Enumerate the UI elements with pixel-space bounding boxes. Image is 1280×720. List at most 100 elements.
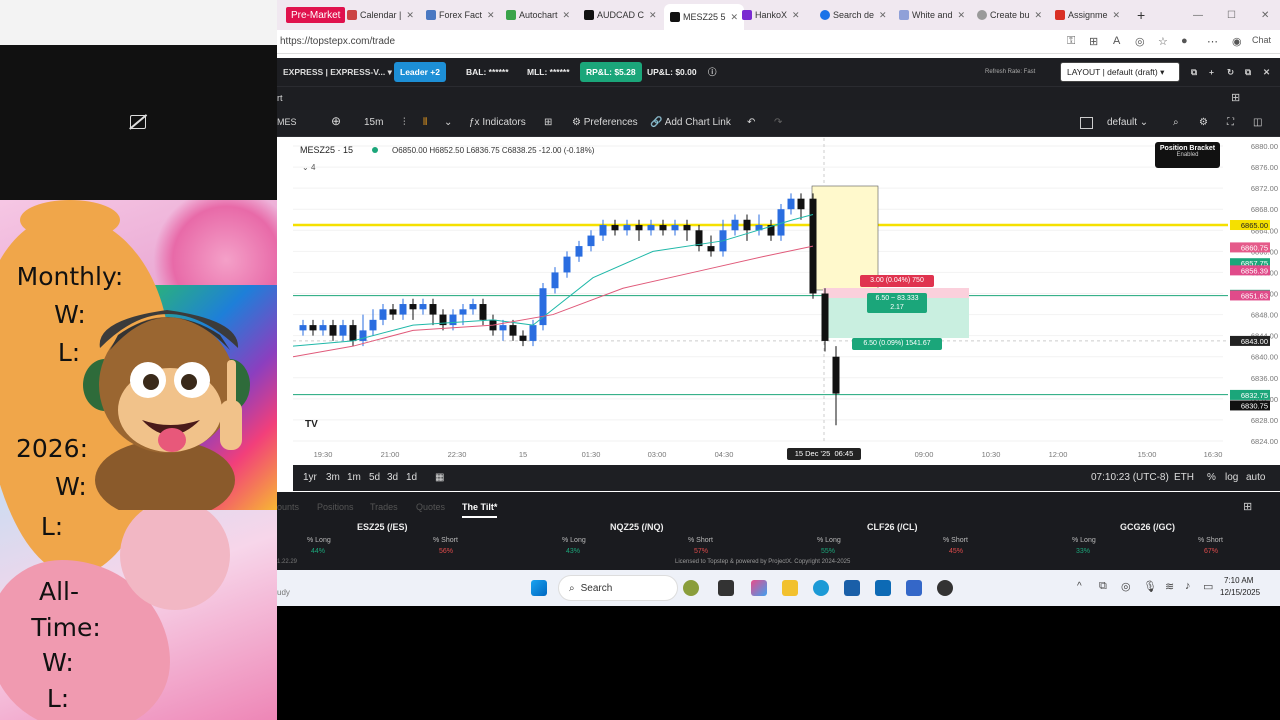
bar-style-icon[interactable]: ⫶ bbox=[403, 117, 406, 128]
close-icon[interactable]: ✕ bbox=[958, 10, 966, 21]
close-icon[interactable]: ✕ bbox=[1035, 10, 1043, 21]
layout-name-select[interactable]: default ⌄ bbox=[1107, 117, 1148, 128]
take-profit-label[interactable]: 6.50 (0.09%) 1541.67 bbox=[852, 338, 942, 350]
chevron-down-icon[interactable]: ⌄ bbox=[444, 117, 452, 128]
search-icon[interactable]: ⌕ bbox=[1173, 117, 1179, 128]
clock-display[interactable]: 07:10:23 (UTC-8) bbox=[1091, 472, 1169, 483]
percent-scale-toggle[interactable]: % bbox=[1207, 472, 1216, 483]
taskbar-date[interactable]: 12/15/2025 bbox=[1220, 588, 1260, 597]
tab-autochart[interactable]: Autochart ✕ bbox=[506, 6, 581, 24]
volume-icon[interactable]: ♪ bbox=[1185, 580, 1191, 592]
tab-the-tilt[interactable]: The Tilt* bbox=[462, 502, 498, 518]
close-icon[interactable]: ✕ bbox=[649, 10, 657, 21]
close-icon[interactable]: ✕ bbox=[1113, 10, 1121, 21]
maximize-button[interactable]: ☐ bbox=[1227, 6, 1236, 24]
position-bracket-badge[interactable]: Position Bracket Enabled bbox=[1155, 142, 1220, 168]
chevron-up-icon[interactable]: ^ bbox=[1077, 581, 1082, 592]
file-explorer-icon[interactable] bbox=[782, 580, 798, 596]
copilot-app-icon[interactable] bbox=[751, 580, 767, 596]
leader-badge[interactable]: Leader +2 bbox=[394, 62, 446, 82]
tab-forex-factory[interactable]: Forex Fact ✕ bbox=[426, 6, 501, 24]
tab-create[interactable]: Create bu ✕ bbox=[977, 6, 1052, 24]
microphone-icon[interactable]: 🎙 bbox=[1143, 580, 1157, 593]
timeframe-1m[interactable]: 1m bbox=[347, 472, 361, 483]
taskbar-time[interactable]: 7:10 AM bbox=[1224, 576, 1253, 585]
tab-trades[interactable]: Trades bbox=[370, 502, 398, 512]
fullscreen-icon[interactable]: ⛶ bbox=[1227, 117, 1234, 128]
templates-icon[interactable]: ⊞ bbox=[544, 117, 552, 128]
close-icon[interactable]: ✕ bbox=[731, 12, 739, 23]
layout-toggle-icon[interactable] bbox=[1080, 117, 1093, 129]
close-icon[interactable]: ✕ bbox=[487, 10, 495, 21]
address-bar[interactable]: https://topstepx.com/trade bbox=[277, 30, 1280, 54]
date-range-icon[interactable]: ▦ bbox=[435, 472, 444, 483]
extension-icon[interactable]: ◎ bbox=[1135, 35, 1145, 48]
entry-label[interactable]: 6.50 ~ 83.333 2.17 bbox=[867, 293, 927, 313]
indicators-button[interactable]: ƒx Indicators bbox=[469, 117, 526, 128]
tray-icon[interactable]: ⧉ bbox=[1099, 580, 1107, 593]
app-icon[interactable] bbox=[906, 580, 922, 596]
tab-assignment[interactable]: Assignme ✕ bbox=[1055, 6, 1133, 24]
tab-hankox[interactable]: HankoX ✕ bbox=[742, 6, 817, 24]
tab-positions[interactable]: Positions bbox=[317, 502, 354, 512]
read-aloud-icon[interactable]: A bbox=[1113, 35, 1120, 47]
close-icon[interactable]: ✕ bbox=[879, 10, 887, 21]
panel-tab[interactable]: rt bbox=[277, 93, 283, 103]
close-icon[interactable]: ✕ bbox=[563, 10, 571, 21]
auto-scale-toggle[interactable]: auto bbox=[1246, 472, 1265, 483]
session-toggle[interactable]: ETH bbox=[1174, 472, 1194, 483]
close-panel-icon[interactable]: ✕ bbox=[1257, 62, 1276, 82]
screenshot-icon[interactable]: ◫ bbox=[1253, 117, 1262, 128]
taskbar-search[interactable]: ⌕ Search bbox=[558, 575, 678, 601]
undo-icon[interactable]: ↶ bbox=[747, 117, 755, 128]
timeframe-3d[interactable]: 3d bbox=[387, 472, 398, 483]
favorites-icon[interactable]: ☆ bbox=[1158, 35, 1168, 48]
add-icon[interactable]: + bbox=[1203, 62, 1220, 82]
timeframe-5d[interactable]: 5d bbox=[369, 472, 380, 483]
battery-icon[interactable]: ▭ bbox=[1203, 580, 1213, 593]
timeframe-1yr[interactable]: 1yr bbox=[303, 472, 317, 483]
redo-icon[interactable]: ↷ bbox=[774, 117, 782, 128]
add-chart-link-button[interactable]: 🔗 Add Chart Link bbox=[650, 117, 731, 128]
candles-icon[interactable]: ⫴ bbox=[423, 117, 427, 128]
tab-quotes[interactable]: Quotes bbox=[416, 502, 445, 512]
tab-calendar[interactable]: Calendar | ✕ bbox=[347, 6, 422, 24]
info-icon[interactable]: ⓘ bbox=[702, 62, 723, 82]
tab-accounts[interactable]: ounts bbox=[277, 502, 299, 512]
reload-icon[interactable]: ↻ bbox=[1221, 62, 1240, 82]
chart-canvas[interactable]: 6880.006876.006872.006868.006864.006860.… bbox=[293, 138, 1280, 463]
stop-loss-label[interactable]: 3.00 (0.04%) 750 bbox=[860, 275, 934, 287]
tab-search[interactable]: Search de ✕ bbox=[820, 6, 895, 24]
tray-icon-2[interactable]: ◎ bbox=[1121, 580, 1131, 593]
dell-icon[interactable] bbox=[875, 580, 891, 596]
add-widget-icon[interactable]: ⊞ bbox=[1243, 500, 1252, 513]
key-icon[interactable]: ⚿ bbox=[1067, 35, 1075, 48]
account-selector[interactable]: EXPRESS | EXPRESS-V... ▾ bbox=[277, 62, 398, 82]
chat-button[interactable]: Chat bbox=[1252, 35, 1271, 45]
tab-audcad[interactable]: AUDCAD C ✕ bbox=[584, 6, 659, 24]
add-panel-icon[interactable]: ⊞ bbox=[1231, 91, 1240, 104]
store-icon[interactable] bbox=[844, 580, 860, 596]
start-icon[interactable] bbox=[531, 580, 547, 596]
tab-white[interactable]: White and ✕ bbox=[899, 6, 974, 24]
copilot-icon[interactable]: ◉ bbox=[1232, 35, 1242, 48]
apps-icon[interactable]: ⊞ bbox=[1089, 35, 1098, 48]
log-scale-toggle[interactable]: log bbox=[1225, 472, 1238, 483]
profile-icon[interactable]: ● bbox=[1181, 35, 1188, 47]
tab-mesz25-active[interactable]: MESZ25 5 ✕ bbox=[664, 4, 744, 30]
new-tab-button[interactable]: + bbox=[1137, 6, 1145, 24]
widget-icon[interactable] bbox=[683, 580, 699, 596]
minimize-button[interactable]: — bbox=[1193, 6, 1203, 24]
window-icon[interactable]: ⧉ bbox=[1185, 62, 1203, 82]
more-icon[interactable]: ⋯ bbox=[1207, 35, 1218, 48]
symbol-tab[interactable]: MES bbox=[277, 117, 297, 127]
timeframe-3m[interactable]: 3m bbox=[326, 472, 340, 483]
preferences-button[interactable]: ⚙ Preferences bbox=[572, 117, 638, 128]
task-view-icon[interactable] bbox=[718, 580, 734, 596]
indicator-count[interactable]: ⌄ 4 bbox=[302, 163, 315, 172]
timeframe-1d[interactable]: 1d bbox=[406, 472, 417, 483]
settings-icon[interactable]: ⚙ bbox=[1199, 117, 1208, 128]
layout-select[interactable]: LAYOUT | default (draft) ▾ bbox=[1060, 62, 1180, 82]
price-chart[interactable]: 6880.006876.006872.006868.006864.006860.… bbox=[293, 138, 1280, 463]
close-window-button[interactable]: ✕ bbox=[1261, 6, 1269, 24]
